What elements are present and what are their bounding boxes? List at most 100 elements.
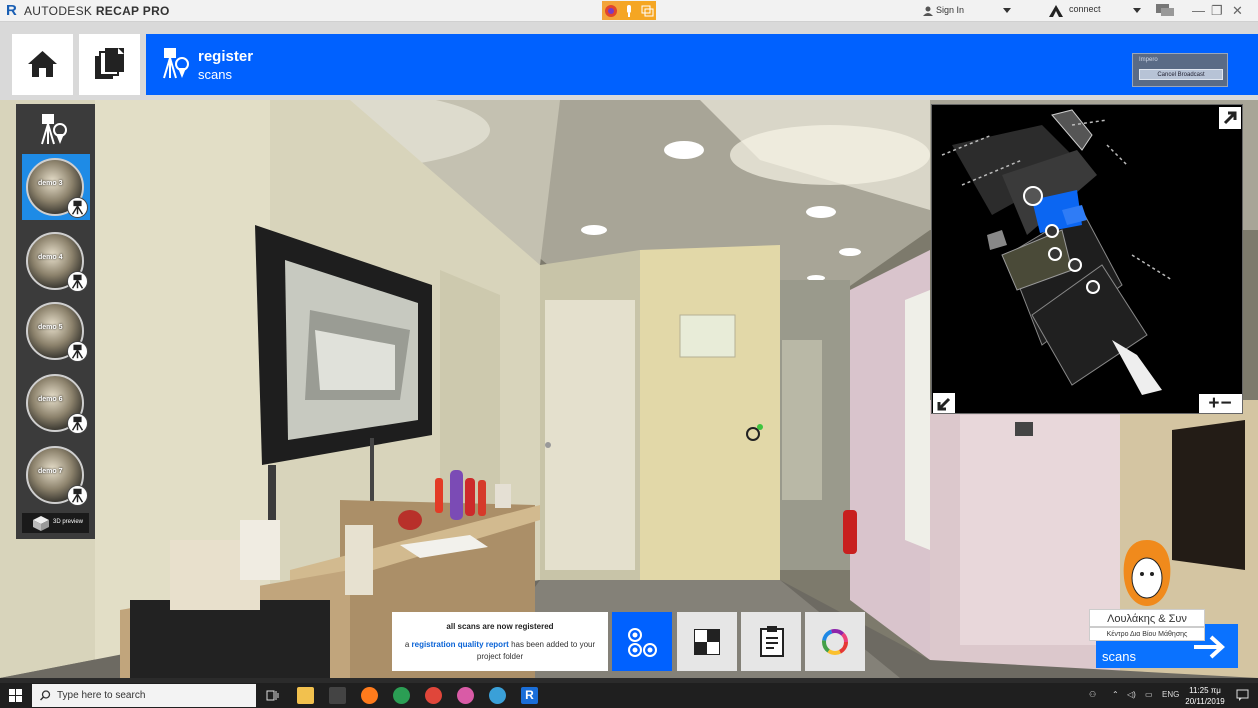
scan-thumbnail[interactable]: demo 4 <box>22 228 90 294</box>
window-titlebar: R AUTODESK RECAP PRO Sign In connect — ❐… <box>0 0 1258 22</box>
window-share-icon[interactable] <box>638 1 656 20</box>
windows-start-icon[interactable] <box>9 689 22 702</box>
brand-label: AUTODESK <box>24 4 93 18</box>
notice-headline: all scans are now registered <box>446 622 554 631</box>
page-title: register <box>198 48 254 65</box>
clipboard-icon <box>760 626 784 657</box>
checkerboard-tool-button[interactable] <box>677 612 737 671</box>
network-icon[interactable]: ▭ <box>1145 690 1153 699</box>
home-button[interactable] <box>12 34 73 95</box>
search-icon <box>40 690 51 701</box>
register-scans-icon <box>163 48 189 79</box>
scan-thumbnail[interactable]: demo 6 <box>22 370 90 436</box>
app-icon[interactable] <box>329 687 346 704</box>
recap-pro-app: R AUTODESK RECAP PRO Sign In connect — ❐… <box>0 0 1258 708</box>
microphone-icon[interactable] <box>620 1 638 20</box>
register-scans-banner: register scans <box>146 34 1258 95</box>
next-label: scans <box>1102 649 1136 664</box>
comments-icon[interactable] <box>1156 4 1174 18</box>
signin-chevron-down-icon[interactable] <box>1003 8 1011 13</box>
browser-taskbar-icon[interactable] <box>393 687 410 704</box>
scan-thumbnail[interactable]: demo 7 <box>22 442 90 508</box>
scan-name: demo 4 <box>38 254 63 261</box>
itunes-taskbar-icon[interactable] <box>457 687 474 704</box>
minimize-icon[interactable]: — <box>1192 3 1205 18</box>
logo-avatar <box>1123 540 1171 606</box>
minimap-scan-marker[interactable] <box>1023 186 1043 206</box>
firefox-taskbar-icon[interactable] <box>361 687 378 704</box>
scanner-tripod-icon <box>67 413 88 434</box>
color-mode-tool-button[interactable] <box>805 612 865 671</box>
report-tool-button[interactable] <box>741 612 801 671</box>
notice-prefix: a <box>404 640 412 649</box>
registration-notice: all scans are now registered a registrat… <box>392 612 608 671</box>
search-placeholder: Type here to search <box>57 690 146 701</box>
recap-logo-icon: R <box>6 2 17 19</box>
arrow-down-left-icon <box>937 397 951 411</box>
watermark-tagline: Κέντρο Δια Βίου Μάθησης <box>1089 627 1205 641</box>
broadcast-panel: Ιmpero Cancel Broadcast <box>1132 53 1228 87</box>
app-header: register scans Ιmpero Cancel Broadcast <box>0 22 1258 100</box>
clock-time: 11:25 πμ <box>1189 686 1221 695</box>
maximize-icon[interactable]: ❐ <box>1211 3 1223 19</box>
documents-icon <box>95 48 124 79</box>
3d-preview-button[interactable]: 3D preview <box>22 513 89 533</box>
browser2-taskbar-icon[interactable] <box>489 687 506 704</box>
connect-chevron-down-icon[interactable] <box>1133 8 1141 13</box>
language-indicator[interactable]: ENG <box>1162 690 1179 699</box>
watermark-name: Λουλάκης & Συν <box>1089 609 1205 627</box>
autodesk-a-icon <box>1049 5 1063 17</box>
color-wheel-icon <box>822 629 848 655</box>
close-icon[interactable]: ✕ <box>1232 3 1243 19</box>
task-view-icon[interactable] <box>266 689 279 702</box>
scan-thumbnail[interactable]: demo 3 <box>22 154 90 220</box>
expand-minimap-button[interactable] <box>1219 107 1241 129</box>
minimap-scan-marker[interactable] <box>1068 258 1082 272</box>
firefox-icon[interactable] <box>602 1 620 20</box>
scan-links-tool-button[interactable] <box>612 612 672 671</box>
cube-icon <box>33 516 49 531</box>
minimap-zoom-controls[interactable]: +− <box>1199 394 1242 413</box>
3d-preview-label: 3D preview <box>53 519 84 525</box>
user-icon <box>923 6 933 16</box>
cluster-circles-icon <box>628 628 657 657</box>
scan-name: demo 7 <box>38 468 63 475</box>
projects-button[interactable] <box>79 34 140 95</box>
minimap-panel[interactable]: +− <box>931 104 1243 414</box>
minimap-scan-marker[interactable] <box>1086 280 1100 294</box>
taskbar-search-input[interactable]: Type here to search <box>32 684 256 707</box>
broadcast-label: Ιmpero <box>1139 57 1158 63</box>
notifications-icon[interactable] <box>1236 689 1249 701</box>
quality-report-link[interactable]: registration quality report <box>412 640 509 649</box>
windows-taskbar: Type here to search R ⚇ ⌃ ◁) ▭ ENG 11:25… <box>0 683 1258 708</box>
scan-name: demo 5 <box>38 324 63 331</box>
broadcast-tray <box>602 1 656 21</box>
app-title: AUTODESK RECAP PRO <box>24 4 170 18</box>
scan-name: demo 6 <box>38 396 63 403</box>
scanner-tripod-icon <box>67 197 88 218</box>
volume-icon[interactable]: ◁) <box>1127 690 1136 699</box>
clock-date: 20/11/2019 <box>1185 697 1225 706</box>
file-explorer-icon[interactable] <box>297 687 314 704</box>
scan-name: demo 3 <box>38 180 63 187</box>
checkerboard-icon <box>694 629 720 655</box>
sign-in-link[interactable]: Sign In <box>936 5 964 15</box>
collapse-minimap-button[interactable] <box>933 393 955 413</box>
tray-chevron-icon[interactable]: ⌃ <box>1112 690 1119 699</box>
scan-station-icon <box>41 114 67 145</box>
chrome-taskbar-icon[interactable] <box>425 687 442 704</box>
home-icon <box>28 51 57 77</box>
minimap-scan-marker[interactable] <box>1045 224 1059 238</box>
minimap-plan <box>932 105 1242 413</box>
recap-taskbar-icon[interactable]: R <box>521 687 538 704</box>
taskbar-clock[interactable]: 11:25 πμ 20/11/2019 <box>1180 685 1230 707</box>
minimap-scan-marker[interactable] <box>1048 247 1062 261</box>
scan-thumbnail[interactable]: demo 5 <box>22 298 90 364</box>
product-label: RECAP PRO <box>95 4 170 18</box>
connect-menu[interactable]: connect <box>1069 4 1101 14</box>
notice-body: a registration quality report has been a… <box>396 639 604 663</box>
cancel-broadcast-button[interactable]: Cancel Broadcast <box>1139 69 1223 80</box>
scanner-tripod-icon <box>67 341 88 362</box>
arrow-up-right-icon <box>1223 111 1237 125</box>
people-icon[interactable]: ⚇ <box>1089 690 1096 699</box>
